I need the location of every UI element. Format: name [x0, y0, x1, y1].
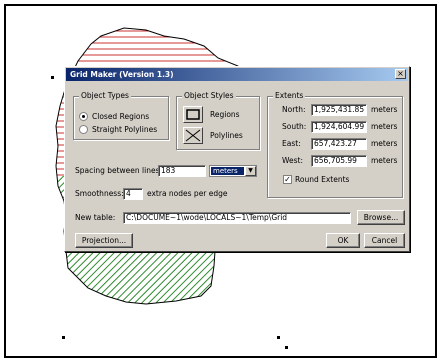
smoothness-input[interactable]: 4 [123, 188, 143, 200]
extent-south-unit: meters [371, 122, 398, 131]
polyline-style-icon [185, 129, 201, 142]
selection-handle[interactable] [51, 76, 54, 79]
region-style-button[interactable] [183, 106, 203, 123]
extent-west-unit: meters [371, 156, 398, 165]
regions-label: Regions [210, 110, 240, 119]
dialog-title: Grid Maker (Version 1.3) [70, 70, 174, 79]
selection-handle[interactable] [62, 336, 65, 339]
selection-handle[interactable] [277, 336, 280, 339]
spacing-input[interactable]: 183 [158, 165, 206, 177]
selection-handle[interactable] [285, 346, 288, 349]
extent-south-label: South: [282, 122, 307, 131]
spacing-unit-value: meters [211, 167, 244, 175]
grid-maker-dialog: Grid Maker (Version 1.3) × Object Types … [64, 66, 410, 252]
spacing-label: Spacing between lines: [75, 166, 163, 175]
object-styles-legend: Object Styles [182, 91, 236, 101]
extent-south-field[interactable]: 1,924,604.99 [311, 121, 367, 133]
extent-east-unit: meters [371, 139, 398, 148]
ok-button[interactable]: OK [326, 233, 360, 248]
region-style-icon [186, 109, 200, 120]
radio-straight-polylines[interactable] [79, 125, 88, 134]
extent-north-unit: meters [371, 105, 398, 114]
extent-north-label: North: [282, 105, 306, 114]
radio-closed-regions[interactable] [79, 112, 88, 121]
browse-button[interactable]: Browse... [357, 210, 405, 225]
radio-closed-regions-label[interactable]: Closed Regions [92, 112, 149, 122]
new-table-label: New table: [75, 213, 116, 222]
close-icon[interactable]: × [395, 69, 406, 79]
round-extents-label[interactable]: Round Extents [295, 175, 349, 185]
object-types-legend: Object Types [79, 91, 131, 101]
spacing-unit-select[interactable]: meters ▼ [209, 165, 257, 177]
extent-east-label: East: [282, 139, 301, 148]
dropdown-arrow-icon[interactable]: ▼ [245, 166, 256, 176]
smoothness-suffix: extra nodes per edge [147, 189, 228, 198]
polyline-style-button[interactable] [183, 127, 203, 144]
extent-north-field[interactable]: 1,925,431.85 [311, 104, 367, 116]
extent-west-field[interactable]: 656,705.99 [311, 155, 367, 167]
extent-east-field[interactable]: 657,423.27 [311, 138, 367, 150]
cancel-button[interactable]: Cancel [364, 233, 405, 248]
smoothness-label: Smoothness: [75, 189, 124, 198]
polylines-label: Polylines [210, 131, 243, 140]
checkmark-icon: ✓ [284, 175, 291, 184]
round-extents-checkbox[interactable]: ✓ [283, 175, 292, 184]
dialog-title-bar[interactable]: Grid Maker (Version 1.3) × [66, 68, 408, 81]
projection-button[interactable]: Projection... [75, 233, 133, 248]
radio-straight-polylines-label[interactable]: Straight Polylines [92, 125, 157, 135]
extents-legend: Extents [273, 91, 306, 101]
new-table-path[interactable]: C:\DOCUME~1\wode\LOCALS~1\Temp\Grid [123, 212, 351, 224]
extent-west-label: West: [282, 156, 303, 165]
